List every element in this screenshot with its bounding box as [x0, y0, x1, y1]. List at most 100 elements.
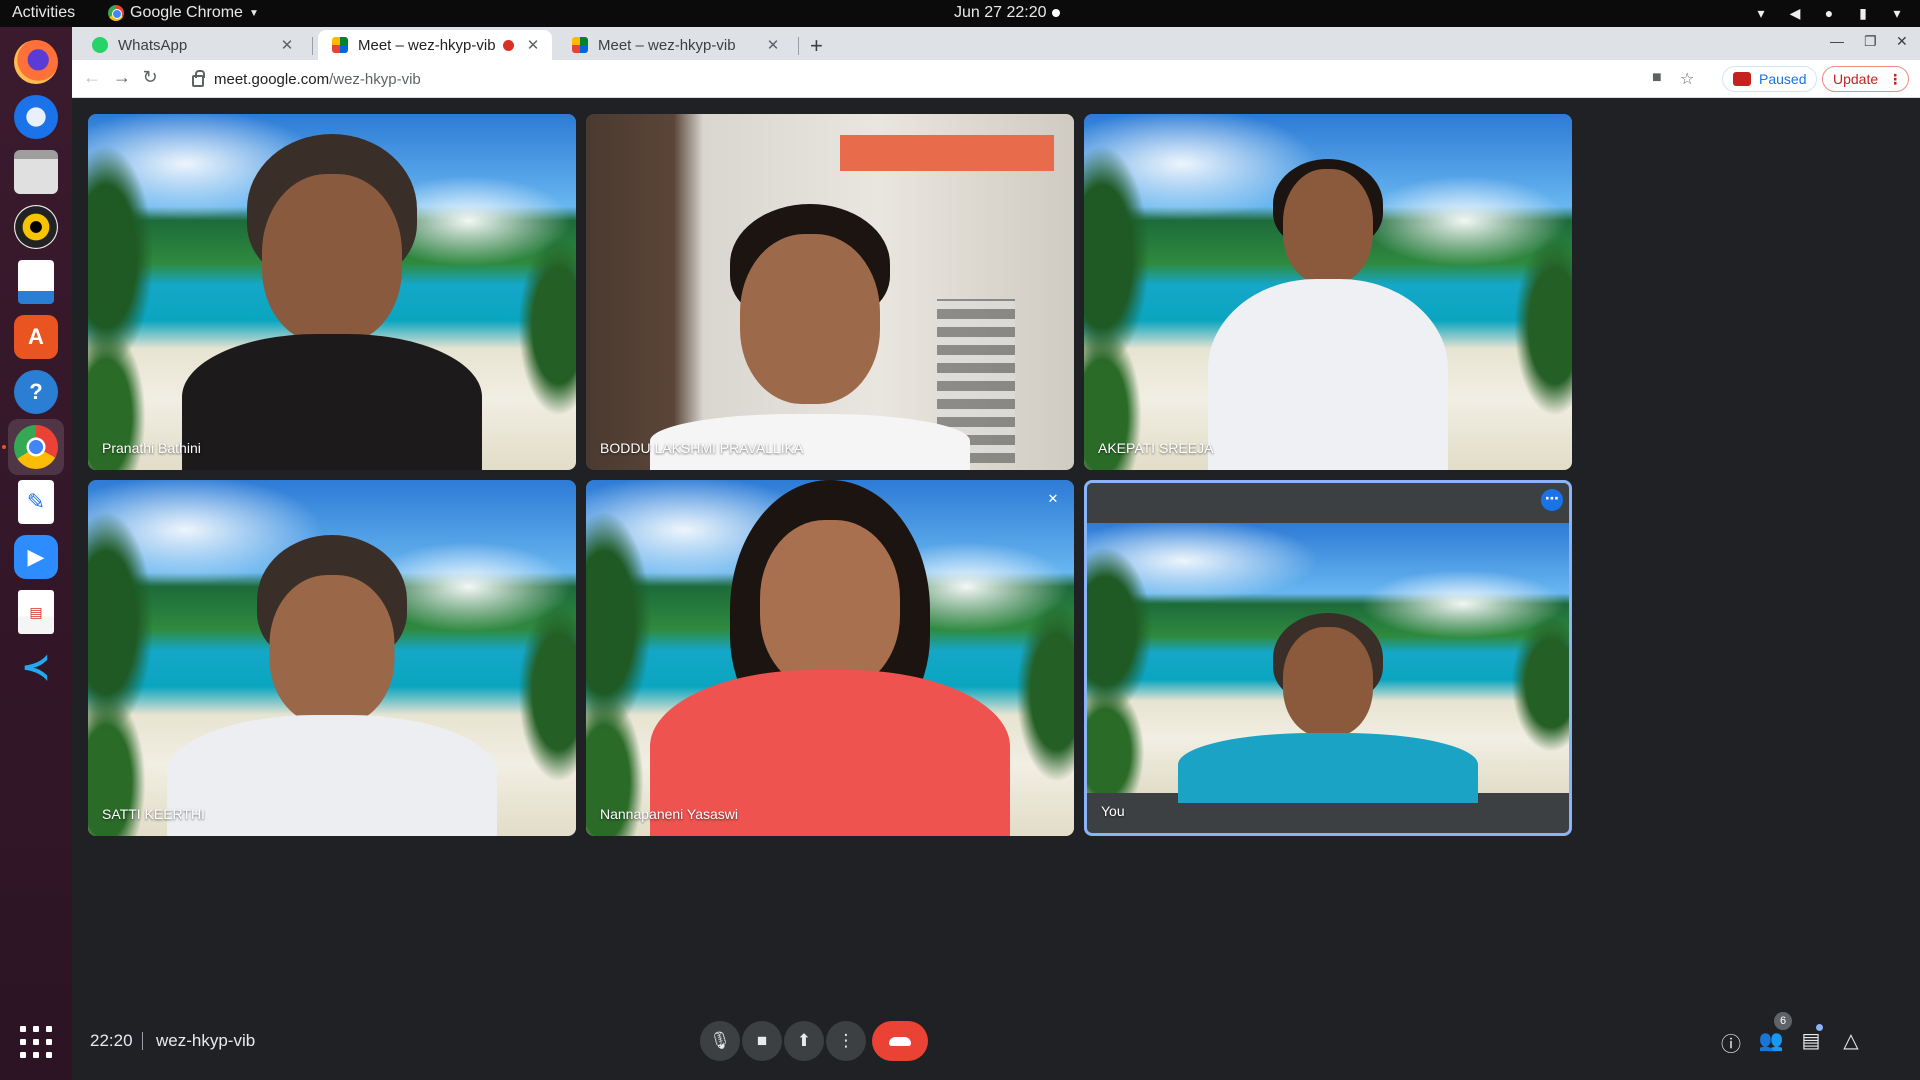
tab-divider [312, 37, 313, 55]
url-host: meet.google.com [214, 70, 330, 88]
meeting-time: 22:20 [90, 1031, 133, 1050]
gnome-top-bar: Activities Google Chrome ▼ Jun 27 22:20 … [0, 0, 1920, 27]
tab-meet[interactable]: Meet – wez-hkyp-vib ✕ [558, 30, 792, 60]
chat-button[interactable]: ▤ [1798, 1028, 1824, 1053]
more-options-button[interactable]: ⋮ [826, 1021, 866, 1061]
close-icon[interactable]: ✕ [764, 36, 782, 54]
volume-icon: ◀ [1789, 5, 1801, 21]
participant-name: BODDU LAKSHMI PRAVALLIKA [600, 440, 804, 456]
self-view-tile[interactable]: ⋯ You [1084, 480, 1572, 836]
camera-icon: ■ [756, 1031, 768, 1050]
restore-button[interactable]: ❐ [1864, 33, 1877, 50]
activities-shapes-icon: △ [1843, 1030, 1859, 1052]
wifi-icon: ▾ [1757, 5, 1765, 21]
dock-firefox[interactable] [8, 34, 64, 90]
paused-label: Paused [1759, 71, 1807, 87]
show-applications-button[interactable] [20, 1026, 52, 1058]
power-menu-icon: ▾ [1893, 5, 1901, 21]
leave-call-button[interactable] [872, 1021, 928, 1061]
url-path: /wez-hkyp-vib [329, 70, 421, 88]
dock-document-viewer[interactable]: ▤ [8, 584, 64, 640]
dock-files[interactable] [8, 144, 64, 200]
participant-name: Pranathi Bathini [102, 440, 201, 456]
close-icon[interactable]: ✕ [278, 36, 296, 54]
avatar [1733, 72, 1751, 86]
dock-writer[interactable] [8, 254, 64, 310]
dock-thunderbird[interactable] [8, 89, 64, 145]
vscode-icon: ≺ [20, 646, 52, 687]
kebab-menu-icon: ⋮ [1888, 70, 1903, 87]
participant-tile[interactable]: BODDU LAKSHMI PRAVALLIKA [586, 114, 1074, 470]
present-button[interactable]: ⬆ [784, 1021, 824, 1061]
meeting-details-button[interactable]: ⓘ [1718, 1028, 1744, 1057]
people-count-badge: 6 [1774, 1012, 1792, 1030]
participant-video [1198, 159, 1458, 470]
document-viewer-icon: ▤ [18, 590, 54, 634]
participant-tile[interactable]: AKEPATI SREEJA [1084, 114, 1572, 470]
zoom-icon: ▶ [14, 535, 58, 579]
meeting-code: wez-hkyp-vib [156, 1031, 256, 1050]
chrome-icon [14, 425, 58, 469]
participant-name: You [1101, 803, 1125, 819]
update-button[interactable]: Update ⋮ [1822, 66, 1910, 92]
participant-tile[interactable]: ✕ Nannapaneni Yasaswi [586, 480, 1074, 836]
camera-in-use-icon[interactable]: ■ [1652, 69, 1662, 87]
participant-video [167, 535, 497, 836]
microphone-button[interactable]: 🎙 [700, 1021, 740, 1061]
profile-paused-button[interactable]: Paused [1722, 66, 1818, 92]
clock[interactable]: Jun 27 22:20 [954, 4, 1047, 22]
people-button[interactable]: 👥 [1758, 1028, 1784, 1053]
participant-tile[interactable]: Pranathi Bathini [88, 114, 576, 470]
phone-hangup-icon [889, 1036, 911, 1046]
chrome-icon [108, 5, 124, 21]
files-icon [14, 150, 58, 194]
tab-meet-active[interactable]: Meet – wez-hkyp-vib ✕ [318, 30, 552, 60]
dock-chrome[interactable] [8, 419, 64, 475]
url-text: meet.google.com/wez-hkyp-vib [214, 71, 421, 88]
unread-dot-icon [1816, 1024, 1823, 1031]
update-label: Update [1833, 71, 1879, 87]
activities-button[interactable]: Activities [12, 4, 75, 22]
more-options-icon[interactable]: ⋯ [1541, 489, 1563, 511]
lock-icon[interactable] [192, 70, 205, 87]
dock-software[interactable]: A [8, 309, 64, 365]
recording-icon [503, 39, 514, 51]
tab-title: Meet – wez-hkyp-vib [598, 36, 736, 54]
dock-text-editor[interactable]: ✎ [8, 474, 64, 530]
kebab-menu-icon: ⋮ [837, 1031, 855, 1050]
forward-button[interactable]: → [110, 67, 134, 88]
dock-help[interactable]: ? [8, 364, 64, 420]
toolbar: ← → ↻ meet.google.com/wez-hkyp-vib ■ ☆ P… [72, 60, 1920, 98]
text-editor-icon: ✎ [18, 480, 54, 524]
system-tray[interactable]: ▾ ◀ ● ▮ ▾ [1752, 3, 1906, 23]
participant-name: Nannapaneni Yasaswi [600, 806, 739, 822]
participant-name: SATTI KEERTHI [102, 806, 205, 822]
firefox-icon [14, 40, 58, 84]
tab-whatsapp[interactable]: WhatsApp ✕ [78, 30, 306, 60]
minimize-button[interactable]: — [1830, 33, 1844, 49]
reload-button[interactable]: ↻ [138, 67, 162, 88]
activities-panel-button[interactable]: △ [1838, 1028, 1864, 1053]
close-window-button[interactable]: ✕ [1896, 33, 1908, 50]
address-bar[interactable]: meet.google.com/wez-hkyp-vib [180, 64, 1670, 94]
back-button[interactable]: ← [80, 67, 104, 88]
microphone-icon: 🎙 [709, 1031, 731, 1050]
bookmark-star-icon[interactable]: ☆ [1680, 69, 1694, 89]
dock-zoom[interactable]: ▶ [8, 529, 64, 585]
present-screen-icon: ⬆ [796, 1031, 812, 1050]
rhythmbox-icon [14, 205, 58, 249]
info-icon: ⓘ [1721, 1034, 1741, 1056]
microphone-icon: ● [1824, 5, 1834, 21]
camera-button[interactable]: ■ [742, 1021, 782, 1061]
notification-dot-icon [1052, 9, 1060, 17]
app-menu[interactable]: Google Chrome ▼ [108, 4, 259, 22]
libreoffice-writer-icon [18, 260, 54, 304]
dock-vscode[interactable]: ≺ [8, 639, 64, 695]
close-icon[interactable]: ✕ [524, 36, 542, 54]
tab-divider [798, 37, 799, 55]
tab-title: Meet – wez-hkyp-vib [358, 36, 496, 54]
new-tab-button[interactable]: + [810, 33, 823, 59]
meet-icon [332, 37, 348, 53]
dock-rhythmbox[interactable] [8, 199, 64, 255]
participant-tile[interactable]: SATTI KEERTHI [88, 480, 576, 836]
